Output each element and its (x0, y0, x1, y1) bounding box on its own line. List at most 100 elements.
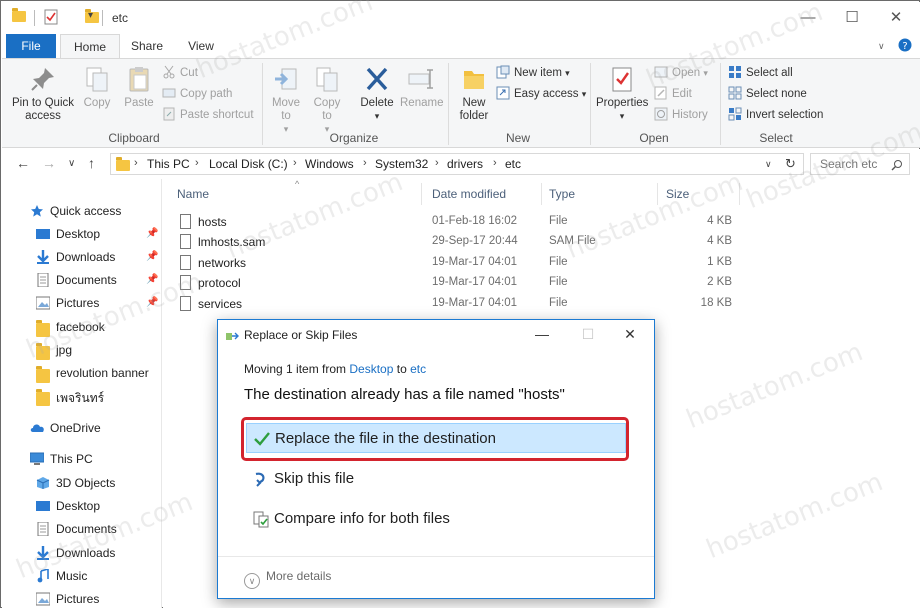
dialog-minimize-button[interactable]: — (522, 323, 562, 345)
pin-icon[interactable]: 📌 (146, 228, 158, 239)
invert-selection-button[interactable]: Invert selection (728, 106, 823, 124)
new-folder-button[interactable]: New folder (454, 65, 494, 123)
copy-path-button[interactable]: Copy path (162, 85, 232, 103)
file-size: 18 KB (700, 297, 732, 309)
column-header-type[interactable]: Type (549, 187, 575, 201)
title-separator (34, 10, 35, 26)
file-row[interactable]: hosts 01-Feb-18 16:02 File 4 KB (163, 212, 920, 232)
quick-access-dropdown-icon[interactable]: ▾ (88, 10, 93, 21)
move-to-button[interactable]: Move to ▾ (268, 65, 304, 136)
paste-button[interactable]: Paste (120, 65, 158, 110)
sidebar-item-label: facebook (56, 320, 105, 334)
search-icon (891, 160, 902, 171)
close-button[interactable]: ✕ (876, 6, 916, 30)
forward-arrow-icon[interactable]: → (42, 155, 56, 171)
destination-link[interactable]: etc (410, 362, 426, 376)
column-separator[interactable] (657, 183, 658, 205)
pin-icon[interactable]: 📌 (146, 297, 158, 308)
refresh-icon[interactable]: ↻ (785, 156, 796, 172)
replace-file-option[interactable]: Replace the file in the destination (246, 423, 626, 453)
sidebar-item-documents[interactable]: Documents 📌 (36, 269, 160, 291)
more-details-toggle[interactable]: ∨ More details (244, 569, 331, 589)
breadcrumb-this-pc[interactable]: This PC (147, 157, 190, 171)
column-header-date[interactable]: Date modified (432, 187, 506, 201)
file-type: File (549, 297, 568, 309)
column-separator[interactable] (541, 183, 542, 205)
new-item-button[interactable]: New item ▾ (496, 64, 570, 82)
file-icon (180, 275, 191, 290)
easy-access-button[interactable]: Easy access ▾ (496, 85, 586, 103)
compare-files-option[interactable]: Compare info for both files (246, 504, 626, 534)
copy-to-icon (313, 65, 341, 93)
help-icon[interactable]: ? (898, 38, 912, 55)
tab-home[interactable]: Home (60, 34, 120, 59)
up-arrow-icon[interactable]: ↑ (88, 155, 95, 171)
recent-locations-icon[interactable]: ∨ (68, 158, 75, 169)
file-row[interactable]: networks 19-Mar-17 04:01 File 1 KB (163, 253, 920, 273)
select-all-button[interactable]: Select all (728, 64, 793, 82)
new-group-label: New (505, 131, 530, 145)
tab-file[interactable]: File (6, 34, 56, 58)
pin-to-quick-access-button[interactable]: Pin to Quick access (10, 65, 76, 123)
sidebar-item-desktop[interactable]: Desktop 📌 (36, 223, 160, 245)
breadcrumb-windows[interactable]: Windows (305, 157, 354, 171)
copy-button[interactable]: Copy (80, 65, 114, 110)
address-dropdown-icon[interactable]: ∨ (765, 159, 772, 170)
back-arrow-icon[interactable]: ← (16, 155, 30, 171)
ribbon-expand-icon[interactable]: ∨ (878, 41, 885, 52)
invert-selection-label: Invert selection (746, 109, 824, 121)
breadcrumb-system32[interactable]: System32 (375, 157, 428, 171)
breadcrumb-separator: › (195, 157, 199, 169)
history-button[interactable]: History (654, 106, 708, 124)
delete-button[interactable]: Delete ▾ (356, 65, 398, 123)
properties-button[interactable]: Properties ▾ (596, 65, 648, 123)
breadcrumb-local-disk[interactable]: Local Disk (C:) (209, 157, 288, 171)
breadcrumb-drivers[interactable]: drivers (447, 157, 483, 171)
column-separator[interactable] (739, 183, 740, 205)
file-row[interactable]: protocol 19-Mar-17 04:01 File 2 KB (163, 273, 920, 293)
open-button[interactable]: Open ▾ (654, 64, 708, 82)
source-link[interactable]: Desktop (349, 362, 393, 376)
delete-dropdown-icon: ▾ (374, 111, 380, 121)
folder-icon (36, 343, 50, 360)
copy-to-button[interactable]: Copy to ▾ (308, 65, 346, 136)
sidebar-item-pictures[interactable]: Pictures 📌 (35, 292, 160, 314)
skip-file-label: Skip this file (274, 470, 355, 487)
file-date: 19-Mar-17 04:01 (432, 256, 518, 268)
maximize-button[interactable]: ☐ (832, 6, 872, 30)
file-row[interactable]: lmhosts.sam 29-Sep-17 20:44 SAM File 4 K… (163, 232, 920, 252)
column-separator[interactable] (421, 183, 422, 205)
new-folder-label: New folder (459, 97, 489, 122)
select-none-button[interactable]: Select none (728, 85, 807, 103)
select-none-icon (728, 86, 742, 100)
tab-share[interactable]: Share (124, 34, 170, 58)
dialog-close-button[interactable]: ✕ (610, 323, 650, 345)
sidebar-item-label: jpg (56, 343, 73, 357)
file-row[interactable]: services 19-Mar-17 04:01 File 18 KB (163, 294, 920, 314)
navigation-pane: Quick access Desktop 📌 Downloads 📌 Docum… (2, 179, 162, 608)
breadcrumb-etc[interactable]: etc (505, 157, 521, 171)
skip-file-option[interactable]: Skip this file (246, 464, 626, 494)
search-input[interactable]: Search etc (820, 157, 877, 171)
rename-button[interactable]: Rename (400, 65, 443, 110)
paste-shortcut-button[interactable]: Paste shortcut (162, 106, 254, 124)
column-header-name[interactable]: Name (177, 187, 209, 201)
search-box[interactable]: Search etc (810, 153, 910, 175)
minimize-button[interactable]: — (788, 6, 828, 30)
column-header-size[interactable]: Size (666, 187, 689, 201)
cut-button[interactable]: Cut (162, 64, 198, 82)
pin-icon[interactable]: 📌 (146, 251, 158, 262)
ribbon-separator (448, 63, 449, 145)
edit-button[interactable]: Edit (654, 85, 692, 103)
tab-view[interactable]: View (178, 34, 224, 58)
history-label: History (672, 109, 708, 121)
sidebar-item-downloads[interactable]: Downloads 📌 (36, 246, 160, 268)
cube-icon (36, 476, 50, 490)
sidebar-item-label: Pictures (56, 296, 100, 310)
pin-icon[interactable]: 📌 (146, 274, 158, 285)
open-dropdown-icon: ▾ (703, 68, 708, 78)
properties-icon[interactable] (44, 9, 58, 28)
sidebar-item-label: Pictures (56, 592, 100, 606)
explorer-window: ▾ etc — ☐ ✕ File Home Share View ∨ ? Pin… (0, 0, 920, 608)
address-bar[interactable]: › This PC › Local Disk (C:) › Windows › … (110, 153, 804, 175)
